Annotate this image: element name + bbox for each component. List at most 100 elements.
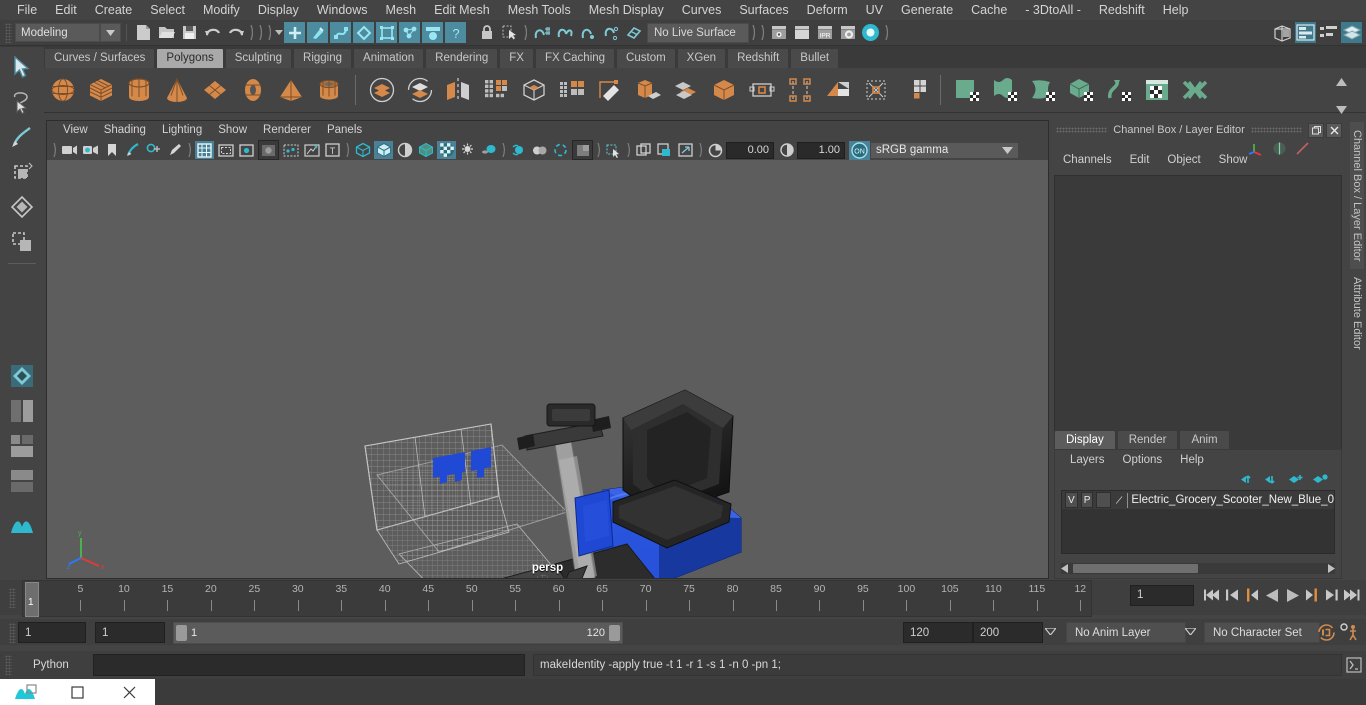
range-start-time-field[interactable]: 1	[95, 622, 165, 643]
layer-playback-toggle[interactable]: P	[1080, 492, 1094, 508]
color-space-field[interactable]: sRGB gamma	[871, 142, 996, 158]
move-tool-icon[interactable]	[7, 157, 37, 187]
range-start-handle[interactable]	[176, 625, 187, 641]
menu-generate[interactable]: Generate	[892, 0, 962, 20]
redo-icon[interactable]	[225, 22, 246, 43]
image-plane-icon[interactable]	[123, 141, 142, 159]
uv-spherical-icon[interactable]	[1027, 74, 1059, 106]
tab-anim[interactable]: Anim	[1179, 430, 1230, 450]
depth-of-field-icon[interactable]	[551, 141, 570, 159]
side-tab-attribute-editor[interactable]: Attribute Editor	[1350, 269, 1364, 358]
channelbox-menu-edit[interactable]: Edit	[1121, 154, 1159, 166]
close-window-icon[interactable]	[103, 679, 155, 705]
uv-automatic-icon[interactable]	[1065, 74, 1097, 106]
tab-display[interactable]: Display	[1054, 430, 1116, 450]
hypershade-icon[interactable]	[860, 22, 881, 43]
component-edge-icon[interactable]	[376, 22, 397, 43]
lasso-select-tool-icon[interactable]	[7, 87, 37, 117]
color-space-chevron-icon[interactable]	[996, 142, 1018, 158]
step-back-frame-icon[interactable]	[1243, 584, 1261, 606]
live-surface-field[interactable]: No Live Surface	[647, 22, 749, 43]
viewport-snapshot-icon[interactable]	[634, 141, 653, 159]
menu-modify[interactable]: Modify	[194, 0, 249, 20]
channelbox-menu-object[interactable]: Object	[1158, 154, 1209, 166]
motion-blur-icon[interactable]	[509, 141, 528, 159]
menu-surfaces[interactable]: Surfaces	[730, 0, 797, 20]
polygon-sphere-icon[interactable]	[47, 74, 79, 106]
select-by-object-icon[interactable]	[307, 22, 328, 43]
polygon-plane-icon[interactable]	[199, 74, 231, 106]
layer-menu-layers[interactable]: Layers	[1061, 454, 1114, 466]
ipr-render-icon[interactable]: IPR	[814, 22, 835, 43]
separate-icon[interactable]	[404, 74, 436, 106]
component-uv-icon[interactable]	[422, 22, 443, 43]
menu-edit[interactable]: Edit	[46, 0, 86, 20]
shelf-tab-bullet[interactable]: Bullet	[790, 48, 840, 68]
two-d-pan-zoom-icon[interactable]	[144, 141, 163, 159]
current-frame-field[interactable]: 1	[1130, 584, 1194, 606]
menu-set-chevron-icon[interactable]	[100, 23, 121, 42]
polygon-cube-icon[interactable]	[85, 74, 117, 106]
commandline-grip[interactable]	[5, 655, 12, 675]
viewport-menu-show[interactable]: Show	[210, 121, 255, 140]
shelf-tab-rendering[interactable]: Rendering	[425, 48, 499, 68]
polygon-cylinder-icon[interactable]	[123, 74, 155, 106]
show-hide-tool-settings-icon[interactable]	[1318, 22, 1339, 43]
gamma-icon[interactable]	[777, 141, 796, 159]
layer-name[interactable]: Electric_Grocery_Scooter_New_Blue_0	[1131, 494, 1334, 506]
layer-display-type-toggle[interactable]	[1096, 492, 1112, 508]
mirror-geometry-icon[interactable]	[442, 74, 474, 106]
snap-to-curve-icon[interactable]	[554, 22, 575, 43]
step-back-keyframe-icon[interactable]	[1223, 584, 1241, 606]
target-weld-icon[interactable]	[784, 74, 816, 106]
menu-mesh-display[interactable]: Mesh Display	[580, 0, 673, 20]
menu-mesh-tools[interactable]: Mesh Tools	[499, 0, 580, 20]
shelf-tab-redshift[interactable]: Redshift	[727, 48, 790, 68]
range-end-time-field[interactable]: 120	[903, 622, 973, 643]
range-slider-track[interactable]: 1 120	[173, 622, 623, 644]
smooth-icon[interactable]	[480, 74, 512, 106]
time-slider-ruler[interactable]: 1 5 10 15 20 25 30 35 40 45 50 55 60 65 70 75 80 85 90 95 1…	[22, 580, 1092, 617]
polygon-cone-icon[interactable]	[161, 74, 193, 106]
play-forwards-icon[interactable]	[1283, 584, 1301, 606]
lock-selection-icon[interactable]	[476, 22, 497, 43]
bridge-icon[interactable]	[708, 74, 740, 106]
auto-keyframe-icon[interactable]	[1317, 623, 1336, 642]
tab-render[interactable]: Render	[1116, 430, 1179, 450]
hypershade-layout-icon[interactable]	[7, 431, 37, 461]
snap-to-grid-icon[interactable]	[531, 22, 552, 43]
range-end-handle[interactable]	[609, 625, 620, 641]
panel-drag-handle-right[interactable]	[1250, 127, 1302, 133]
command-input[interactable]	[93, 654, 525, 676]
select-by-component-icon[interactable]	[330, 22, 351, 43]
menu-set-selector[interactable]: Modeling	[15, 23, 100, 42]
menu-create[interactable]: Create	[86, 0, 142, 20]
scale-tool-icon[interactable]	[7, 227, 37, 257]
viewport-menu-shading[interactable]: Shading	[96, 121, 154, 140]
quad-draw-icon[interactable]	[822, 74, 854, 106]
timeslider-grip[interactable]	[9, 588, 16, 608]
gamma-field[interactable]: 1.00	[797, 141, 845, 159]
layer-visibility-toggle[interactable]: V	[1065, 492, 1078, 508]
statusline-grip[interactable]	[5, 22, 12, 43]
multi-cut-tool-icon[interactable]	[898, 74, 930, 106]
shelf-tab-fx[interactable]: FX	[499, 48, 534, 68]
film-origin-icon[interactable]	[281, 141, 300, 159]
character-set-chevron-icon[interactable]	[1180, 622, 1200, 641]
snap-to-point-icon[interactable]	[577, 22, 598, 43]
viewport-menu-lighting[interactable]: Lighting	[154, 121, 210, 140]
shelf-tab-animation[interactable]: Animation	[353, 48, 425, 68]
menu-mesh[interactable]: Mesh	[377, 0, 426, 20]
side-tab-channel-box[interactable]: Channel Box / Layer Editor	[1350, 122, 1364, 270]
layer-row[interactable]: V P Electric_Grocery_Scooter_New_Blue_0	[1062, 491, 1334, 509]
component-vertex-icon[interactable]	[353, 22, 374, 43]
textured-icon[interactable]	[416, 141, 435, 159]
bevel-icon[interactable]	[670, 74, 702, 106]
show-hide-attribute-editor-icon[interactable]	[1295, 22, 1316, 43]
smooth-shade-all-icon[interactable]	[374, 141, 393, 159]
animation-preferences-icon[interactable]	[1340, 623, 1360, 642]
select-help-icon[interactable]: ?	[445, 22, 466, 43]
isolate-select-icon[interactable]	[572, 140, 593, 160]
persp-graph-layout-icon[interactable]	[7, 466, 37, 496]
uv-planar-icon[interactable]	[951, 74, 983, 106]
